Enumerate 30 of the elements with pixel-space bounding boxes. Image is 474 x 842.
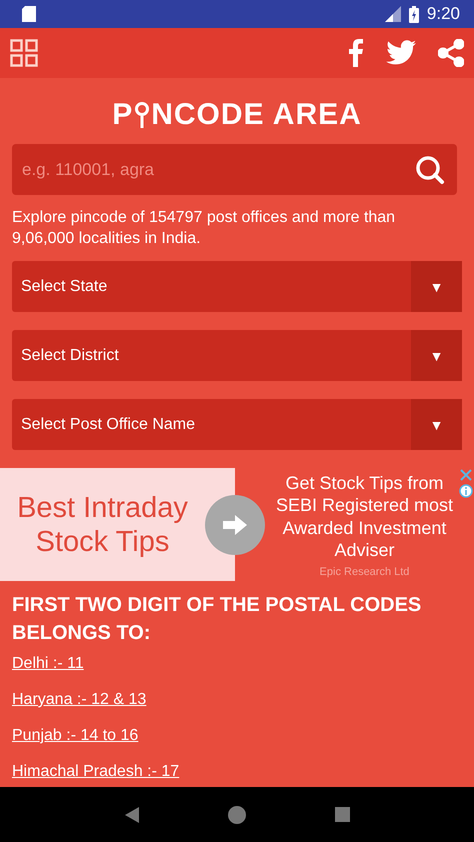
dropdown[interactable]: Select District ▼ xyxy=(12,330,462,381)
grid-menu-icon[interactable] xyxy=(10,39,38,67)
home-icon[interactable] xyxy=(228,806,246,824)
ad-text: Get Stock Tips from SEBI Registered most Awarded Investment Adviser xyxy=(274,472,454,562)
dropdown[interactable]: Select State ▼ xyxy=(12,261,462,312)
dropdown[interactable]: Select Post Office Name ▼ xyxy=(12,399,462,450)
logo-text: P xyxy=(112,100,134,130)
state-code-link[interactable]: Delhi :- 11 xyxy=(12,655,462,673)
share-icon[interactable] xyxy=(438,39,464,67)
search-input[interactable]: e.g. 110001, agra xyxy=(20,158,415,180)
search-icon[interactable] xyxy=(415,154,445,184)
recents-icon[interactable] xyxy=(334,807,350,822)
arrow-icon xyxy=(223,515,247,535)
description-text: Explore pincode of 154797 post offices and more than 9,06,000 localities in India. xyxy=(12,208,396,249)
state-code-link[interactable]: Punjab :- 14 to 16 xyxy=(12,727,462,745)
ad-advertiser: Epic Research Ltd xyxy=(320,566,410,578)
facebook-icon[interactable] xyxy=(348,39,364,67)
bird-icon[interactable] xyxy=(386,40,416,66)
pin-icon xyxy=(133,102,152,128)
sd-card-icon xyxy=(22,6,36,22)
back-icon[interactable] xyxy=(124,806,138,822)
ad-headline: Best Intraday Stock Tips xyxy=(16,490,189,558)
battery-icon xyxy=(408,6,419,22)
state-code-link[interactable]: Haryana :- 12 & 13 xyxy=(12,691,462,709)
state-code-link[interactable]: Himachal Pradesh :- 17 xyxy=(12,763,462,781)
search-field[interactable]: e.g. 110001, agra xyxy=(12,144,457,195)
section-heading: FIRST TWO DIGIT OF THE POSTAL CODES BELONGS TO: xyxy=(12,593,422,646)
logo-text: NCODE AREA xyxy=(151,100,362,130)
status-time: 9:20 xyxy=(426,4,460,24)
info-icon[interactable] xyxy=(459,484,473,498)
